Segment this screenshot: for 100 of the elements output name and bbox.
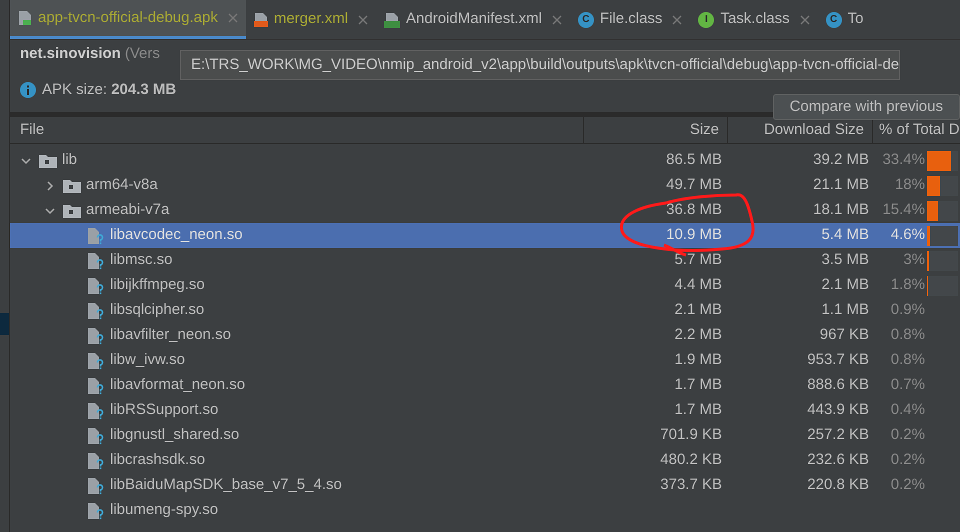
tree-row[interactable]: libavformat_neon.so 1.7 MB 888.6 KB 0.7% <box>10 373 960 398</box>
file-name: libBaiduMapSDK_base_v7_5_4.so <box>110 475 342 496</box>
tree-row[interactable]: libmsc.so 5.7 MB 3.5 MB 3% <box>10 248 960 273</box>
size-cell-text: 1.9 MB <box>673 350 723 370</box>
column-header[interactable]: Download Size <box>728 117 873 143</box>
download-size-cell-text: 1.1 MB <box>820 300 870 320</box>
editor-tab[interactable]: merger.xml <box>246 0 376 39</box>
column-header[interactable]: Size <box>584 117 728 143</box>
unknown-file-icon <box>87 276 105 294</box>
tree-row[interactable]: lib 86.5 MB 39.2 MB 33.4% <box>10 148 960 173</box>
download-size-cell-text: 21.1 MB <box>812 175 870 196</box>
file-name: libumeng-spy.so <box>110 500 218 520</box>
folder-icon <box>63 204 81 218</box>
download-size-cell-text: 39.2 MB <box>812 150 870 170</box>
tree-row[interactable]: libumeng-spy.so <box>10 498 960 523</box>
unknown-file-icon <box>87 352 105 370</box>
version-text: (Vers <box>124 44 160 64</box>
unknown-file-icon <box>87 426 105 444</box>
folder-icon <box>39 154 57 168</box>
percent-cell-text: 0.2% <box>890 475 926 496</box>
size-cell-text: 86.5 MB <box>665 150 723 170</box>
file-name: lib <box>62 150 78 170</box>
close-icon[interactable] <box>358 14 368 24</box>
download-size-cell-text: 3.5 MB <box>820 250 870 270</box>
percent-cell-text: 0.2% <box>890 450 926 470</box>
tree-row[interactable]: libijkffmpeg.so 4.4 MB 2.1 MB 1.8% <box>10 273 960 298</box>
file-name: libRSSupport.so <box>110 400 218 420</box>
tree-row[interactable]: libavfilter_neon.so 2.2 MB 967 KB 0.8% <box>10 323 960 348</box>
tree-row[interactable]: libgnustl_shared.so 701.9 KB 257.2 KB 0.2% <box>10 423 960 448</box>
tab-label: AndroidManifest.xml <box>406 9 542 30</box>
close-icon[interactable] <box>552 14 562 24</box>
percent-cell-text: 4.6% <box>890 225 926 246</box>
editor-tab[interactable]: I Task.class <box>690 0 818 39</box>
size-cell-text: 2.2 MB <box>673 325 723 346</box>
editor-tab[interactable]: C To <box>818 0 872 39</box>
manifest-file-icon <box>384 12 400 28</box>
size-cell-text: 1.7 MB <box>673 400 723 420</box>
percent-cell-text: 0.7% <box>890 375 926 396</box>
unknown-file-icon <box>87 376 105 394</box>
file-name: libsqlcipher.so <box>110 300 204 320</box>
xml-file-icon <box>254 12 268 28</box>
file-icon <box>18 10 32 26</box>
tab-label: app-tvcn-official-debug.apk <box>38 8 218 28</box>
selected-item-highlight <box>0 313 9 335</box>
file-name: libmsc.so <box>110 250 173 270</box>
download-size-cell-text: 232.6 KB <box>806 450 870 470</box>
column-header[interactable]: File <box>10 117 584 143</box>
tree-row[interactable]: libBaiduMapSDK_base_v7_5_4.so 373.7 KB 220.8 KB 0.2% <box>10 473 960 498</box>
file-name: armeabi-v7a <box>86 200 170 220</box>
editor-tab[interactable]: app-tvcn-official-debug.apk <box>10 0 246 39</box>
class-icon: C <box>578 12 594 28</box>
size-cell-text: 1.7 MB <box>673 375 723 396</box>
tab-label: To <box>848 9 864 30</box>
file-name: libavfilter_neon.so <box>110 325 231 346</box>
file-name: libcrashsdk.so <box>110 450 206 470</box>
folder-icon <box>63 178 81 192</box>
close-icon[interactable] <box>672 14 682 24</box>
compare-button[interactable]: Compare with previous <box>772 94 960 120</box>
download-size-cell-text: 257.2 KB <box>806 425 870 446</box>
unknown-file-icon <box>87 402 105 420</box>
close-icon[interactable] <box>800 14 810 24</box>
download-size-cell-text: 5.4 MB <box>820 225 870 246</box>
percent-cell-text: 0.8% <box>890 325 926 346</box>
unknown-file-icon <box>87 502 105 520</box>
column-header[interactable]: % of Total D <box>873 117 960 143</box>
download-size-cell-text: 953.7 KB <box>806 350 870 370</box>
download-size-cell-text: 967 KB <box>818 325 870 346</box>
class-icon: C <box>826 12 842 28</box>
percent-cell-text: 0.8% <box>890 350 926 370</box>
tree-row[interactable]: libRSSupport.so 1.7 MB 443.9 KB 0.4% <box>10 398 960 423</box>
unknown-file-icon <box>87 452 105 470</box>
tab-label: File.class <box>600 9 662 30</box>
unknown-file-icon <box>87 476 105 494</box>
unknown-file-icon <box>87 226 105 244</box>
percent-cell-text: 18% <box>894 175 926 196</box>
file-name: libavcodec_neon.so <box>110 225 243 246</box>
unknown-file-icon <box>87 326 105 344</box>
download-size-cell-text: 220.8 KB <box>806 475 870 496</box>
editor-tab[interactable]: C File.class <box>570 0 690 39</box>
file-name: libijkffmpeg.so <box>110 275 205 296</box>
size-cell-text: 5.7 MB <box>673 250 723 270</box>
unknown-file-icon <box>87 302 105 320</box>
path-tooltip: E:\TRS_WORK\MG_VIDEO\nmip_android_v2\app\build\outputs\apk\tvcn-official\debug\app-tvcn-official-de <box>180 50 900 80</box>
size-cell-text: 2.1 MB <box>673 300 723 320</box>
package-name: net.sinovision <box>20 44 121 64</box>
editor-tab[interactable]: AndroidManifest.xml <box>376 0 570 39</box>
size-cell-text: 4.4 MB <box>673 275 723 296</box>
tree-row[interactable]: arm64-v8a 49.7 MB 21.1 MB 18% <box>10 173 960 198</box>
tree-row[interactable]: libcrashsdk.so 480.2 KB 232.6 KB 0.2% <box>10 448 960 473</box>
tree-row[interactable]: libw_ivw.so 1.9 MB 953.7 KB 0.8% <box>10 348 960 373</box>
close-icon[interactable] <box>228 13 238 23</box>
info-icon <box>20 82 36 98</box>
tree-row[interactable]: armeabi-v7a 36.8 MB 18.1 MB 15.4% <box>10 198 960 223</box>
size-cell-text: 480.2 KB <box>659 450 723 470</box>
tab-label: merger.xml <box>274 9 348 30</box>
tree-row[interactable]: libsqlcipher.so 2.1 MB 1.1 MB 0.9% <box>10 298 960 323</box>
tree-row[interactable]: libavcodec_neon.so 10.9 MB 5.4 MB 4.6% <box>10 223 960 248</box>
percent-cell-text: 33.4% <box>881 150 926 170</box>
percent-cell-text: 0.2% <box>890 425 926 446</box>
percent-cell-text: 0.9% <box>890 300 926 320</box>
